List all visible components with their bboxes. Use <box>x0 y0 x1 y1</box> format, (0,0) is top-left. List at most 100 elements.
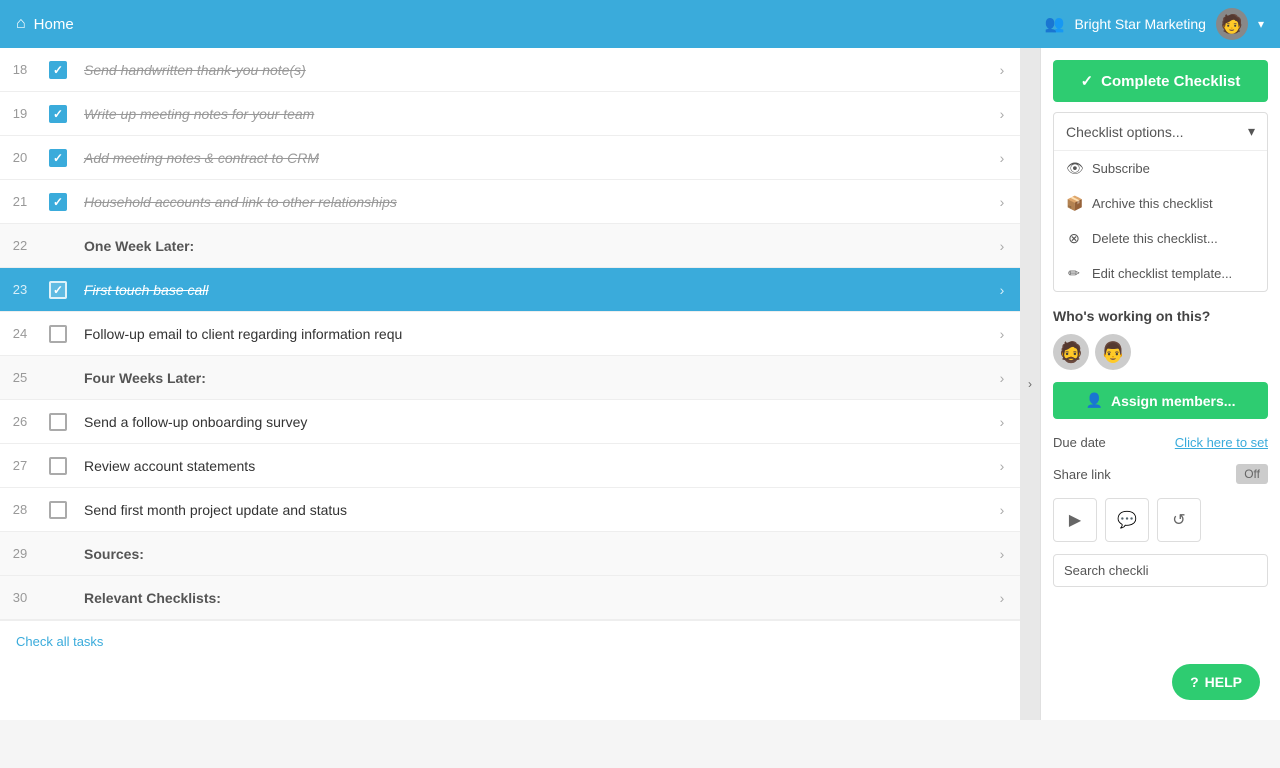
task-checkbox[interactable] <box>49 501 67 519</box>
task-text: Send first month project update and stat… <box>76 492 984 528</box>
org-icon: 👥 <box>1045 14 1065 34</box>
row-arrow-button[interactable]: › <box>984 106 1020 122</box>
checklist-row: 19 ✓ Write up meeting notes for your team› <box>0 92 1020 136</box>
assign-members-button[interactable]: 👤 Assign members... <box>1053 382 1268 419</box>
checklist-area: 18✓Send handwritten thank-you note(s)›19… <box>0 48 1020 720</box>
row-number: 24 <box>0 326 40 341</box>
edit-template-option[interactable]: ✏ Edit checklist template... <box>1054 256 1267 291</box>
right-sidebar: ✓ Complete Checklist Checklist options..… <box>1040 48 1280 720</box>
play-button[interactable]: ▶ <box>1053 498 1097 542</box>
subscribe-icon: 👁 <box>1066 160 1082 177</box>
task-checkbox[interactable] <box>49 325 67 343</box>
archive-label: Archive this checklist <box>1092 196 1213 211</box>
row-arrow-button[interactable]: › <box>984 458 1020 474</box>
topnav-left: ⌂ Home <box>16 15 74 33</box>
section-label: Four Weeks Later: <box>76 360 984 396</box>
refresh-button[interactable]: ↺ <box>1157 498 1201 542</box>
row-arrow-button[interactable]: › <box>984 326 1020 342</box>
topnav-right: 👥 Bright Star Marketing 🧑 ▾ <box>1045 8 1264 40</box>
task-text: Write up meeting notes for your team <box>76 96 984 132</box>
row-arrow-button[interactable]: › <box>984 502 1020 518</box>
options-header[interactable]: Checklist options... ▾ <box>1054 113 1267 150</box>
task-checkbox[interactable] <box>49 457 67 475</box>
row-number: 27 <box>0 458 40 473</box>
help-button[interactable]: ? HELP <box>1172 664 1260 700</box>
assign-icon: 👤 <box>1086 392 1103 409</box>
checklist-row: 28 Send first month project update and st… <box>0 488 1020 532</box>
checklist-row: 24 Follow-up email to client regarding in… <box>0 312 1020 356</box>
due-date-link[interactable]: Click here to set <box>1175 435 1268 450</box>
checklist-row: 22 One Week Later:› <box>0 224 1020 268</box>
subscribe-label: Subscribe <box>1092 161 1150 176</box>
check-icon: ✓ <box>1081 72 1094 90</box>
row-arrow-button[interactable]: › <box>984 194 1020 210</box>
delete-option[interactable]: ⊗ Delete this checklist... <box>1054 221 1267 256</box>
footer-row: Check all tasks <box>0 620 1020 661</box>
comment-icon: 💬 <box>1117 510 1137 530</box>
task-checkbox[interactable]: ✓ <box>49 105 67 123</box>
row-arrow-button[interactable]: › <box>984 238 1020 254</box>
share-toggle[interactable]: Off <box>1236 464 1268 484</box>
section-label: Sources: <box>76 536 984 572</box>
home-label[interactable]: Home <box>34 16 74 33</box>
row-number: 25 <box>0 370 40 385</box>
task-text: Send a follow-up onboarding survey <box>76 404 984 440</box>
row-arrow-button[interactable]: › <box>984 590 1020 606</box>
org-name: Bright Star Marketing <box>1074 16 1206 32</box>
section-label: Relevant Checklists: <box>76 580 984 616</box>
options-list: 👁 Subscribe 📦 Archive this checklist ⊗ D… <box>1054 150 1267 291</box>
row-number: 20 <box>0 150 40 165</box>
row-number: 21 <box>0 194 40 209</box>
row-arrow-button[interactable]: › <box>984 282 1020 298</box>
row-arrow-button[interactable]: › <box>984 414 1020 430</box>
complete-label: Complete Checklist <box>1101 73 1240 90</box>
row-arrow-button[interactable]: › <box>984 370 1020 386</box>
row-number: 19 <box>0 106 40 121</box>
task-text: Send handwritten thank-you note(s) <box>76 52 984 88</box>
task-text: First touch base call <box>76 272 984 308</box>
row-number: 28 <box>0 502 40 517</box>
collapse-sidebar-btn[interactable]: › <box>1020 48 1040 720</box>
account-dropdown-arrow[interactable]: ▾ <box>1258 17 1264 31</box>
refresh-icon: ↺ <box>1172 510 1185 530</box>
task-checkbox[interactable]: ✓ <box>49 281 67 299</box>
task-text: Follow-up email to client regarding info… <box>76 316 984 352</box>
row-number: 26 <box>0 414 40 429</box>
task-checkbox[interactable]: ✓ <box>49 193 67 211</box>
chevron-down-icon: ▾ <box>1248 123 1255 140</box>
checklist-row: 26 Send a follow-up onboarding survey› <box>0 400 1020 444</box>
bottom-icons: ▶ 💬 ↺ <box>1053 498 1268 542</box>
topnav: ⌂ Home 👥 Bright Star Marketing 🧑 ▾ <box>0 0 1280 48</box>
task-checkbox[interactable] <box>49 413 67 431</box>
subscribe-option[interactable]: 👁 Subscribe <box>1054 151 1267 186</box>
complete-checklist-button[interactable]: ✓ Complete Checklist <box>1053 60 1268 102</box>
task-checkbox[interactable]: ✓ <box>49 61 67 79</box>
main-layout: 18✓Send handwritten thank-you note(s)›19… <box>0 48 1280 720</box>
avatar-2: 👨 <box>1095 334 1131 370</box>
options-label: Checklist options... <box>1066 124 1184 140</box>
help-label: HELP <box>1205 674 1242 690</box>
archive-icon: 📦 <box>1066 195 1082 212</box>
checklist-rows: 18✓Send handwritten thank-you note(s)›19… <box>0 48 1020 620</box>
search-checklist-input[interactable] <box>1053 554 1268 587</box>
task-text: Review account statements <box>76 448 984 484</box>
archive-option[interactable]: 📦 Archive this checklist <box>1054 186 1267 221</box>
check-all-link[interactable]: Check all tasks <box>16 634 103 649</box>
avatar[interactable]: 🧑 <box>1216 8 1248 40</box>
checklist-row: 23 ✓ First touch base call› <box>0 268 1020 312</box>
section-label: One Week Later: <box>76 228 984 264</box>
due-date-row: Due date Click here to set <box>1053 435 1268 450</box>
row-arrow-button[interactable]: › <box>984 546 1020 562</box>
checklist-row: 25 Four Weeks Later:› <box>0 356 1020 400</box>
edit-template-label: Edit checklist template... <box>1092 266 1232 281</box>
row-number: 23 <box>0 282 40 297</box>
row-arrow-button[interactable]: › <box>984 150 1020 166</box>
help-icon: ? <box>1190 674 1199 690</box>
checklist-row: 27 Review account statements› <box>0 444 1020 488</box>
row-arrow-button[interactable]: › <box>984 62 1020 78</box>
avatars-row: 🧔 👨 <box>1053 334 1268 370</box>
share-row: Share link Off <box>1053 464 1268 484</box>
comment-button[interactable]: 💬 <box>1105 498 1149 542</box>
row-number: 22 <box>0 238 40 253</box>
task-checkbox[interactable]: ✓ <box>49 149 67 167</box>
